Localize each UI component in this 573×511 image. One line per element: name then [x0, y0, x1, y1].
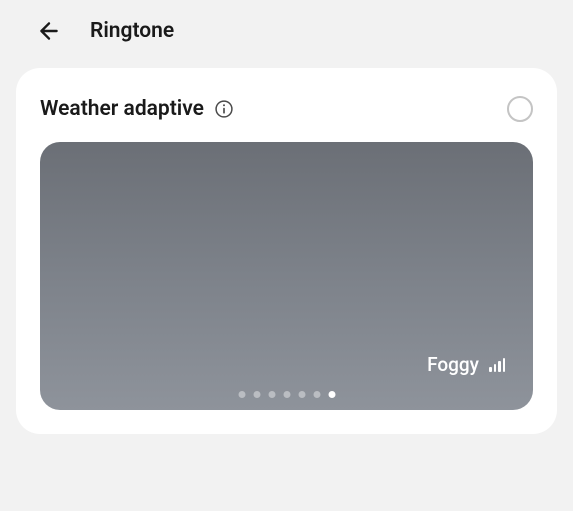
page-header: Ringtone	[0, 0, 573, 68]
pagination-dot[interactable]	[283, 391, 290, 398]
pagination-dot[interactable]	[268, 391, 275, 398]
weather-adaptive-card: Weather adaptive Foggy	[16, 68, 557, 434]
weather-label-wrap: Foggy	[427, 353, 505, 376]
signal-icon	[489, 358, 505, 372]
weather-label: Foggy	[427, 353, 479, 376]
weather-preview[interactable]: Foggy	[40, 142, 533, 410]
pagination-dot[interactable]	[313, 391, 320, 398]
page-title: Ringtone	[90, 19, 174, 43]
pagination-dot[interactable]	[328, 391, 335, 398]
card-title: Weather adaptive	[40, 97, 204, 121]
pagination-dot[interactable]	[253, 391, 260, 398]
pagination-dot[interactable]	[298, 391, 305, 398]
card-title-wrap: Weather adaptive	[40, 97, 234, 121]
card-header: Weather adaptive	[40, 96, 533, 122]
pagination-dots	[238, 391, 335, 398]
back-icon[interactable]	[36, 18, 62, 44]
info-icon[interactable]	[214, 99, 234, 119]
pagination-dot[interactable]	[238, 391, 245, 398]
weather-adaptive-radio[interactable]	[507, 96, 533, 122]
